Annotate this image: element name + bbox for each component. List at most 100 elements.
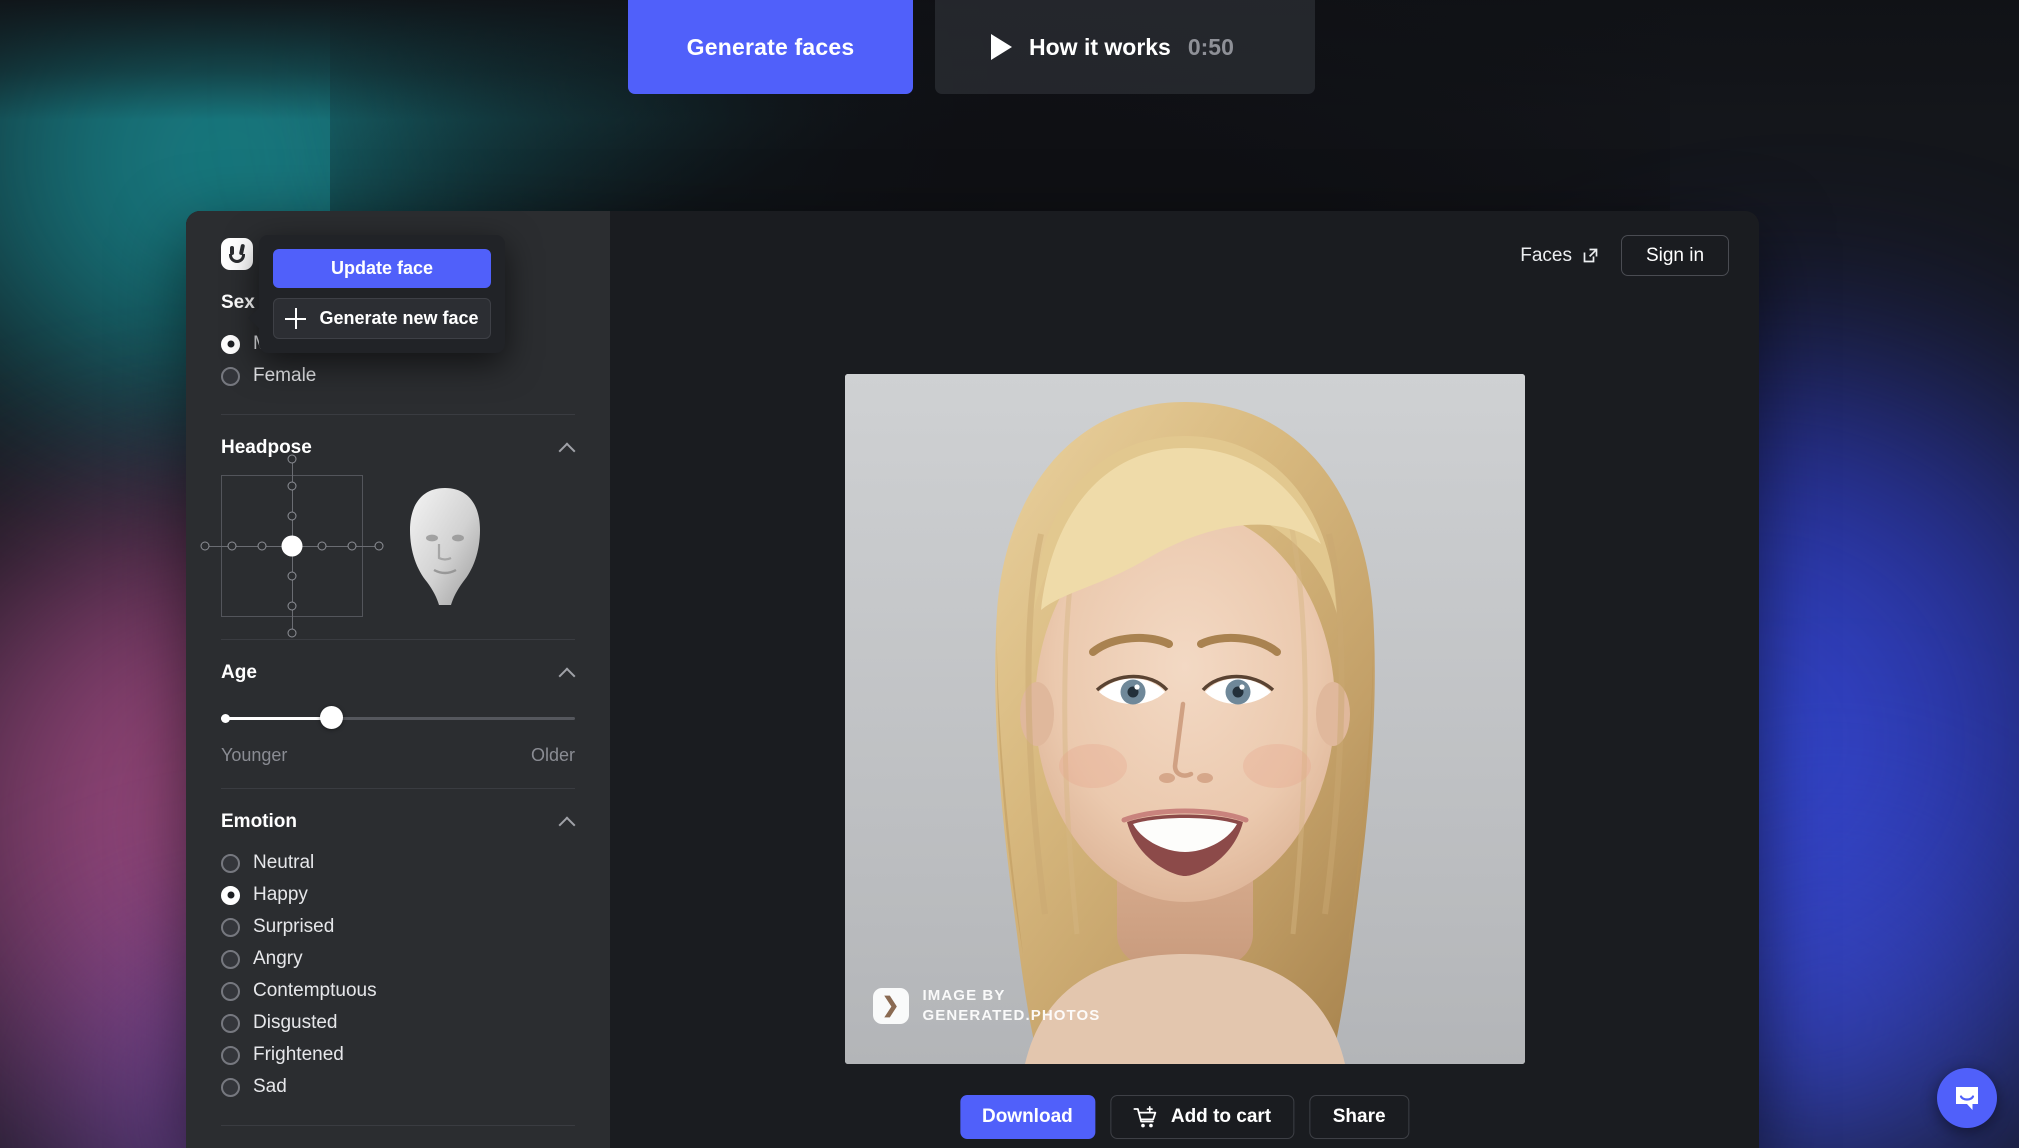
age-min-label: Younger (221, 745, 288, 765)
emotion-option-disgusted[interactable]: Disgusted (221, 1007, 575, 1039)
emotion-option-neutral-label: Neutral (253, 852, 315, 873)
headpose-dot-left-1[interactable] (257, 541, 267, 551)
chevron-up-icon-age[interactable] (560, 666, 575, 681)
headpose-grid[interactable] (200, 454, 384, 638)
emotion-option-contemptuous[interactable]: Contemptuous (221, 975, 575, 1007)
top-action-bar: Generate faces How it works 0:50 (628, 0, 1315, 94)
face-illustration (844, 374, 1525, 1064)
watermark-text: IMAGE BY GENERATED.PHOTOS (923, 986, 1101, 1027)
chat-bubble-icon (1956, 1087, 1978, 1110)
section-age-title: Age (221, 662, 257, 683)
section-age: Age Younger Older (186, 640, 610, 766)
radio-female[interactable] (221, 366, 240, 386)
age-slider-labels: Younger Older (221, 745, 575, 766)
headpose-dot-right-3[interactable] (374, 541, 384, 551)
section-age-header[interactable]: Age (221, 640, 575, 684)
headpose-dot-left-2[interactable] (227, 541, 237, 551)
play-icon (991, 34, 1012, 60)
faces-link[interactable]: Faces (1520, 245, 1599, 267)
section-headpose-title: Headpose (221, 437, 312, 458)
external-link-icon (1583, 248, 1598, 263)
chevron-up-icon-headpose[interactable] (560, 441, 575, 456)
watermark-line-1: IMAGE BY (922, 986, 1006, 1004)
age-slider-thumb[interactable] (319, 706, 343, 729)
headpose-control (200, 454, 575, 638)
section-headpose: Headpose (186, 415, 610, 638)
sidebar: FACE GENERATOR Sex Male Female (186, 211, 610, 1148)
emotion-option-surprised[interactable]: Surprised (221, 911, 575, 943)
emotion-radio-group: Neutral Happy Surprised Angry Contemptuo… (221, 847, 575, 1103)
emotion-option-sad-label: Sad (253, 1076, 287, 1097)
headpose-handle[interactable] (281, 535, 303, 557)
watermark-line-2: GENERATED.PHOTOS (922, 1006, 1101, 1024)
section-headpose-header[interactable]: Headpose (221, 415, 575, 459)
chevron-up-icon-emotion[interactable] (560, 815, 575, 830)
age-slider-origin (221, 713, 230, 723)
chevron-right-badge-icon: ❯ (872, 987, 909, 1024)
radio-surprised[interactable] (221, 917, 240, 937)
main-top-bar: Faces Sign in (1520, 235, 1729, 276)
headpose-dot-down-3[interactable] (287, 628, 297, 638)
emotion-option-surprised-label: Surprised (253, 916, 335, 937)
faces-link-label: Faces (1520, 244, 1572, 266)
section-emotion-header[interactable]: Emotion (221, 789, 575, 833)
share-button[interactable]: Share (1309, 1095, 1410, 1139)
update-face-popover: Update face Generate new face (248, 235, 505, 353)
headpose-dot-down-2[interactable] (287, 601, 297, 611)
headpose-dot-right-1[interactable] (317, 541, 327, 551)
plus-icon (285, 308, 307, 329)
app-screenshot: Generate faces How it works 0:50 FACE GE… (0, 0, 2019, 1148)
generate-faces-button[interactable]: Generate faces (628, 0, 913, 94)
headpose-dot-down-1[interactable] (287, 571, 297, 581)
sex-option-female[interactable]: Female (221, 360, 575, 392)
face-logo-icon (221, 238, 253, 270)
how-it-works-label: How it works (1029, 33, 1171, 60)
section-skin-tone-header[interactable]: Skin ToneVery Fair (221, 1126, 575, 1148)
radio-frightened[interactable] (221, 1045, 240, 1065)
headpose-dot-up-2[interactable] (287, 481, 297, 491)
emotion-option-happy-label: Happy (253, 884, 308, 905)
age-slider[interactable] (221, 706, 575, 730)
headpose-dot-left-3[interactable] (200, 541, 210, 551)
headpose-dot-up-3[interactable] (287, 454, 297, 464)
emotion-option-neutral[interactable]: Neutral (221, 847, 575, 879)
age-max-label: Older (530, 745, 575, 765)
image-actions: Download Add to cart Share (959, 1095, 1410, 1139)
radio-contemptuous[interactable] (221, 981, 240, 1001)
download-button[interactable]: Download (959, 1095, 1095, 1139)
watermark: ❯ IMAGE BY GENERATED.PHOTOS (872, 986, 1101, 1027)
radio-angry[interactable] (221, 949, 240, 969)
sign-in-button[interactable]: Sign in (1621, 235, 1729, 276)
radio-neutral[interactable] (221, 853, 240, 873)
radio-male[interactable] (221, 334, 240, 354)
how-it-works-button[interactable]: How it works 0:50 (935, 0, 1315, 94)
app-window: FACE GENERATOR Sex Male Female (186, 211, 1759, 1148)
how-it-works-duration: 0:50 (1187, 33, 1234, 60)
chat-launcher-button[interactable] (1937, 1068, 1997, 1128)
shopping-cart-icon (1132, 1105, 1156, 1127)
radio-sad[interactable] (221, 1077, 240, 1097)
emotion-option-disgusted-label: Disgusted (253, 1012, 338, 1033)
headpose-dot-up-1[interactable] (287, 511, 297, 521)
emotion-option-angry[interactable]: Angry (221, 943, 575, 975)
main-panel: Faces Sign in ❯ IMAGE BY GENERATED.PHOTO… (610, 211, 1759, 1148)
add-to-cart-label: Add to cart (1170, 1106, 1272, 1127)
emotion-option-frightened[interactable]: Frightened (221, 1039, 575, 1071)
emotion-option-angry-label: Angry (253, 948, 303, 969)
update-face-button[interactable]: Update face (273, 249, 491, 288)
radio-disgusted[interactable] (221, 1013, 240, 1033)
add-to-cart-button[interactable]: Add to cart (1109, 1095, 1295, 1139)
section-emotion-title: Emotion (221, 811, 297, 832)
sex-option-female-label: Female (253, 365, 317, 386)
emotion-option-sad[interactable]: Sad (221, 1071, 575, 1103)
generated-face-image: ❯ IMAGE BY GENERATED.PHOTOS (844, 374, 1525, 1064)
section-skin-tone: Skin ToneVery Fair (186, 1126, 610, 1148)
radio-happy[interactable] (221, 885, 240, 905)
generate-new-face-label: Generate new face (319, 308, 479, 328)
age-slider-fill (221, 717, 331, 720)
head-3d-icon (410, 488, 480, 605)
section-emotion: Emotion Neutral Happy Surprised Angry Co… (186, 789, 610, 1103)
emotion-option-happy[interactable]: Happy (221, 879, 575, 911)
generate-new-face-button[interactable]: Generate new face (273, 298, 491, 339)
headpose-dot-right-2[interactable] (347, 541, 357, 551)
